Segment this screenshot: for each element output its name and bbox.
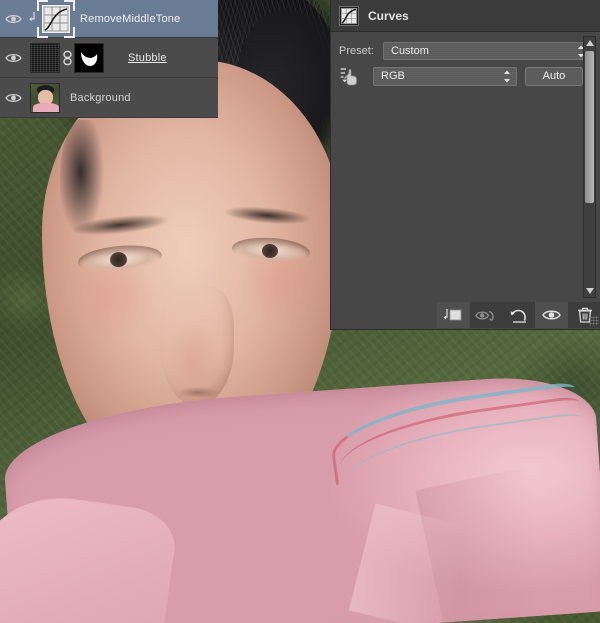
preset-value: Custom [391,45,429,57]
layers-panel: RemoveMiddleTone Stubble [0,0,218,118]
curves-adjustment-thumbnail[interactable] [42,5,70,33]
layer-name-background[interactable]: Background [70,92,131,104]
chevron-updown-icon [503,70,511,86]
background-photo-thumbnail[interactable] [30,83,60,113]
layer-visibility-toggle[interactable] [0,13,26,25]
beard-mask-shape-icon [77,47,101,69]
layer-row-removemiddletone[interactable]: RemoveMiddleTone [0,0,218,38]
reset-adjustment-icon[interactable] [503,302,536,328]
layer-visibility-toggle[interactable] [0,52,26,64]
eye-icon [5,92,22,104]
resize-grip[interactable] [589,316,599,326]
layer-name-stubble[interactable]: Stubble [128,52,167,64]
layer-visibility-toggle[interactable] [0,92,26,104]
scroll-down-arrow-icon[interactable] [584,285,595,297]
preset-row: Preset: Custom [339,42,591,60]
noise-layer-thumbnail[interactable] [30,43,60,73]
curves-panel: Curves Preset: Custom RGB [330,0,600,330]
channel-dropdown[interactable]: RGB [373,67,517,86]
clip-to-layer-icon[interactable] [437,302,470,328]
preset-label: Preset: [339,45,383,57]
layer-row-background[interactable]: Background [0,79,218,118]
channel-value: RGB [381,70,405,82]
scroll-up-arrow-icon[interactable] [584,37,595,49]
link-icon[interactable] [60,50,74,66]
curves-panel-title: Curves [368,9,409,23]
eye-icon [5,13,22,25]
curves-panel-scrollbar[interactable] [583,36,596,298]
curves-panel-bottom-bar [437,302,600,328]
eye-icon [5,52,22,64]
nostrils [172,386,224,399]
preset-dropdown[interactable]: Custom [383,42,591,60]
auto-button[interactable]: Auto [525,67,583,86]
channel-row: RGB Auto [339,66,591,86]
curves-thumbnail-icon [43,6,69,32]
curves-panel-titlebar: Curves [331,0,600,32]
clipping-mask-arrow-icon [26,11,38,26]
on-image-adjust-icon[interactable] [339,67,365,86]
layer-mask-thumbnail[interactable] [74,43,104,73]
thumbnail-shirt [33,103,59,113]
toggle-layer-visibility-icon[interactable] [535,302,568,328]
layer-name-removemiddletone[interactable]: RemoveMiddleTone [80,13,180,25]
curves-panel-icon [339,6,359,26]
scrollbar-thumb[interactable] [585,51,594,203]
layer-row-stubble[interactable]: Stubble [0,39,218,78]
toggle-layer-mask-icon[interactable] [470,302,503,328]
